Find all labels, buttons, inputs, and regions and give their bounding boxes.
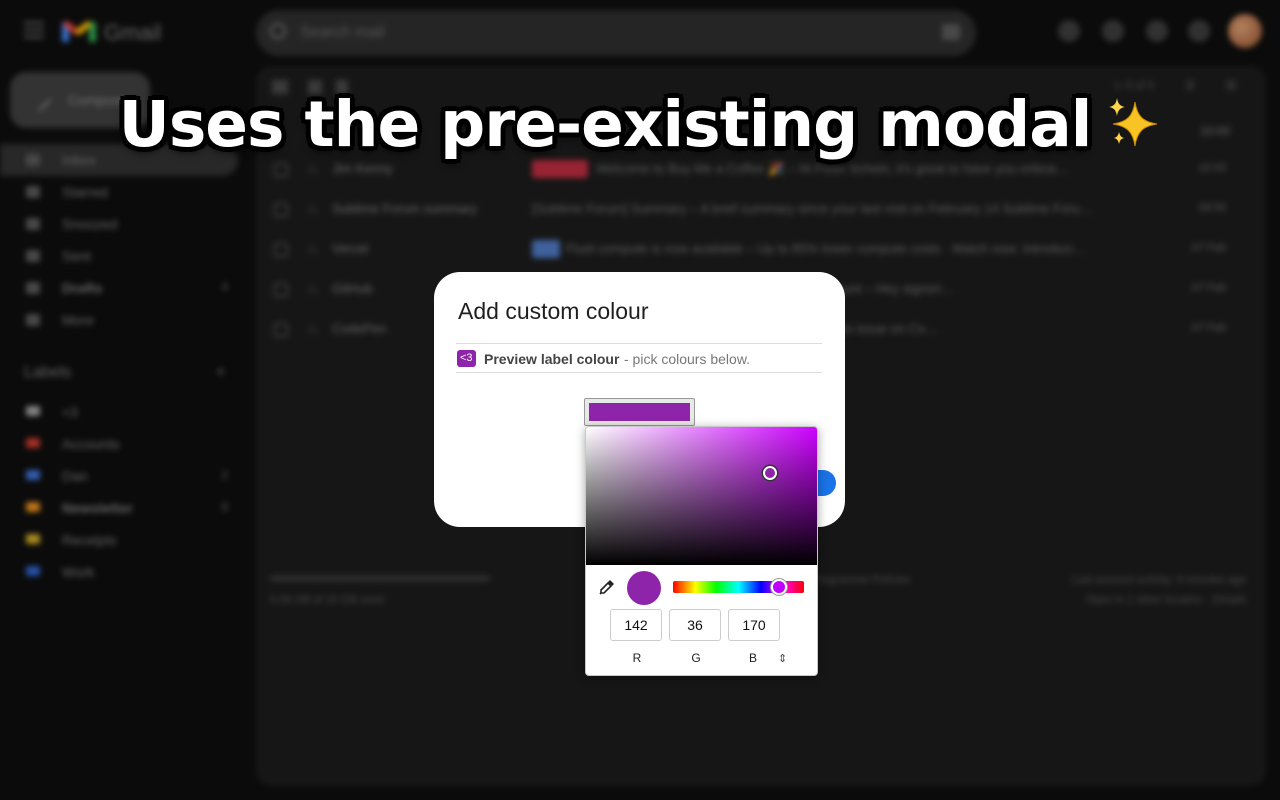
promo-headline-text: Uses the pre-existing modal	[118, 88, 1093, 161]
current-colour-swatch	[627, 571, 661, 605]
dialog-title: Add custom colour	[458, 298, 649, 324]
red-input[interactable]	[610, 609, 662, 641]
promo-headline: Uses the pre-existing modal	[0, 88, 1280, 161]
green-label: G	[691, 651, 701, 665]
hue-slider-handle[interactable]	[771, 579, 788, 595]
preview-title: Preview label colour	[484, 351, 620, 367]
colour-picker-popup: R G B ⇕	[585, 426, 818, 676]
blue-input[interactable]	[728, 609, 780, 641]
label-preview-chip: <3	[457, 350, 476, 367]
saturation-value-handle[interactable]	[763, 465, 778, 480]
colour-format-toggle[interactable]: ⇕	[778, 652, 787, 665]
green-input[interactable]	[669, 609, 721, 641]
saturation-value-area[interactable]	[586, 427, 817, 565]
blue-label: B	[748, 651, 757, 665]
red-label: R	[632, 651, 642, 665]
eyedropper-icon[interactable]	[598, 578, 616, 596]
sparkles-icon	[1105, 92, 1161, 148]
label-preview-row: <3 Preview label colour - pick colours b…	[456, 343, 822, 373]
preview-hint: - pick colours below.	[624, 351, 751, 367]
colour-input-button[interactable]	[584, 398, 695, 426]
colour-input-swatch	[589, 403, 690, 421]
